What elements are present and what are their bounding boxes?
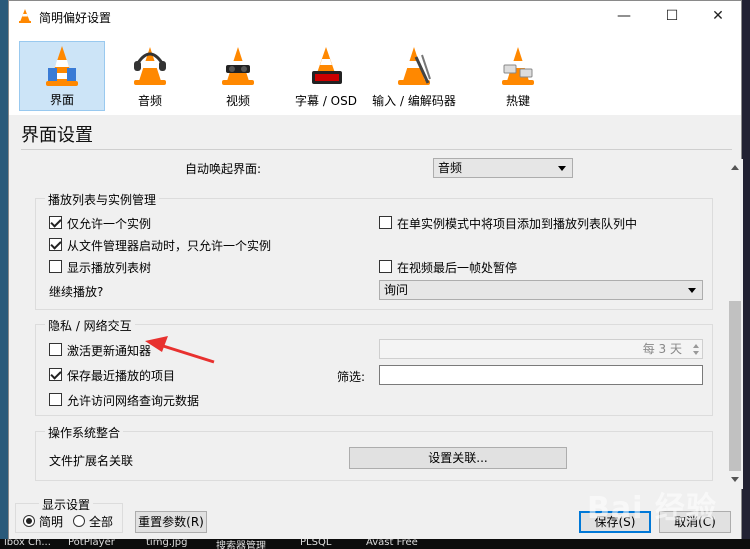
vlc-codec-icon	[398, 47, 431, 85]
pause-last-frame-label: 在视频最后一帧处暂停	[397, 261, 518, 275]
scroll-down-icon[interactable]	[731, 477, 739, 482]
continue-playback-value: 询问	[384, 283, 409, 297]
enqueue-single-instance-checkbox[interactable]	[379, 216, 392, 229]
simple-radio-label: 简明	[39, 515, 64, 529]
category-audio[interactable]: 音频	[107, 41, 193, 111]
update-notifier-label: 激活更新通知器	[67, 344, 152, 358]
filter-input[interactable]	[379, 365, 703, 385]
scroll-up-icon[interactable]	[731, 165, 739, 170]
os-integration-title: 操作系统整合	[45, 424, 124, 441]
category-bar: 界面 音频 视频 字幕 / OSD 输入 / 编解码器 热键	[9, 31, 741, 115]
taskbar-item[interactable]: PLSQL	[300, 539, 331, 548]
simple-radio[interactable]	[23, 515, 35, 527]
settings-scroll-area: 自动唤起界面: 音频 播放列表与实例管理 仅允许一个实例 在单实例模式中将项目添…	[21, 149, 732, 484]
reset-preferences-button[interactable]: 重置参数(R)	[135, 511, 207, 533]
vlc-hotkeys-icon	[502, 47, 534, 85]
close-button[interactable]: ✕	[695, 1, 741, 31]
preferences-window: 简明偏好设置 — ☐ ✕ 界面 音频 视频 字幕 / OSD 输入 / 编解码器…	[8, 0, 743, 540]
update-interval-spinbox[interactable]: 每 3 天	[379, 339, 703, 359]
category-label: 热键	[505, 94, 530, 108]
vlc-video-icon	[222, 47, 254, 85]
taskbar: lbox Ch... PotPlayer timg.jpg 搜索器管理 PLSQ…	[0, 539, 750, 549]
continue-playback-select[interactable]: 询问	[379, 280, 703, 300]
setup-associations-button[interactable]: 设置关联...	[349, 447, 567, 469]
all-radio[interactable]	[73, 515, 85, 527]
allow-one-instance-label: 仅允许一个实例	[67, 217, 152, 231]
desktop-background-right	[742, 0, 750, 549]
vlc-interface-icon	[46, 46, 78, 86]
category-label: 视频	[225, 94, 250, 108]
vertical-scrollbar[interactable]	[727, 159, 743, 489]
minimize-button[interactable]: —	[601, 1, 647, 31]
category-label: 输入 / 编解码器	[372, 94, 456, 108]
chevron-down-icon	[688, 288, 696, 293]
category-subtitles-osd[interactable]: 字幕 / OSD	[283, 41, 369, 111]
show-playlist-tree-checkbox[interactable]	[49, 260, 62, 273]
window-title: 简明偏好设置	[39, 11, 112, 25]
auto-raise-value: 音频	[438, 161, 463, 175]
taskbar-item[interactable]: timg.jpg	[146, 539, 187, 548]
taskbar-item[interactable]: PotPlayer	[68, 539, 115, 548]
playlist-group-title: 播放列表与实例管理	[45, 191, 160, 208]
file-manager-one-instance-checkbox[interactable]	[49, 238, 62, 251]
section-title: 界面设置	[21, 125, 93, 146]
taskbar-item[interactable]: lbox Ch...	[4, 539, 51, 548]
vlc-cone-icon	[19, 9, 31, 23]
category-label: 界面	[49, 93, 74, 107]
show-playlist-tree-label: 显示播放列表树	[67, 261, 152, 275]
spin-up-icon	[693, 344, 699, 348]
category-hotkeys[interactable]: 热键	[475, 41, 561, 111]
auto-raise-select[interactable]: 音频	[433, 158, 573, 178]
continue-playback-label: 继续播放?	[49, 285, 104, 299]
category-label: 音频	[137, 94, 162, 108]
category-video[interactable]: 视频	[195, 41, 281, 111]
allow-metadata-checkbox[interactable]	[49, 393, 62, 406]
pause-last-frame-checkbox[interactable]	[379, 260, 392, 273]
taskbar-item[interactable]: 搜索器管理	[216, 539, 266, 549]
auto-raise-label: 自动唤起界面:	[185, 162, 262, 176]
save-recent-checkbox[interactable]	[49, 368, 62, 381]
file-manager-one-instance-label: 从文件管理器启动时，只允许一个实例	[67, 239, 272, 253]
allow-metadata-label: 允许访问网络查询元数据	[67, 394, 200, 408]
save-recent-label: 保存最近播放的项目	[67, 369, 176, 383]
chevron-down-icon	[558, 166, 566, 171]
baidu-watermark: Bai 经验	[587, 491, 717, 526]
spin-down-icon	[693, 351, 699, 355]
vlc-audio-icon	[134, 47, 166, 85]
maximize-button[interactable]: ☐	[649, 1, 695, 31]
filter-label: 筛选:	[337, 370, 366, 384]
display-settings-title: 显示设置	[39, 496, 94, 513]
update-notifier-checkbox[interactable]	[49, 343, 62, 356]
category-input-codecs[interactable]: 输入 / 编解码器	[371, 41, 457, 111]
category-label: 字幕 / OSD	[295, 94, 357, 108]
allow-one-instance-checkbox[interactable]	[49, 216, 62, 229]
category-interface[interactable]: 界面	[19, 41, 105, 111]
all-radio-label: 全部	[89, 515, 114, 529]
update-interval-value: 每 3 天	[642, 342, 682, 356]
privacy-group-title: 隐私 / 网络交互	[45, 317, 135, 334]
taskbar-item[interactable]: Avast Free	[366, 539, 418, 548]
scroll-thumb[interactable]	[729, 301, 741, 471]
vlc-subtitle-icon	[312, 47, 342, 84]
file-extension-label: 文件扩展名关联	[49, 454, 134, 468]
enqueue-single-instance-label: 在单实例模式中将项目添加到播放列表队列中	[397, 217, 638, 231]
title-bar: 简明偏好设置 — ☐ ✕	[9, 1, 741, 31]
